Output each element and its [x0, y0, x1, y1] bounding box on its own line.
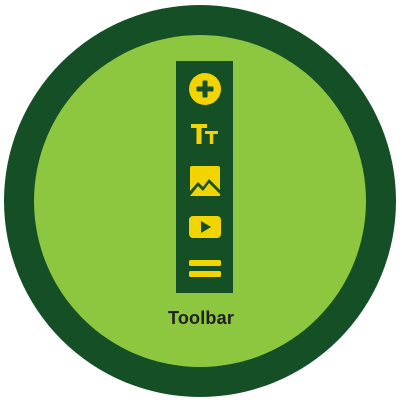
toolbar-badge: Toolbar — [0, 0, 402, 404]
divider-icon — [188, 260, 221, 277]
divider-tool[interactable] — [176, 257, 233, 281]
video-tool[interactable] — [176, 213, 233, 241]
image-icon — [189, 166, 220, 196]
badge-label: Toolbar — [167, 308, 235, 328]
text-tool[interactable] — [176, 119, 233, 149]
add-tool[interactable] — [176, 71, 233, 107]
toolbar-panel — [176, 61, 233, 293]
add-circle-icon — [188, 73, 221, 105]
text-size-icon — [190, 124, 218, 144]
video-icon — [188, 216, 221, 238]
image-tool[interactable] — [176, 164, 233, 198]
